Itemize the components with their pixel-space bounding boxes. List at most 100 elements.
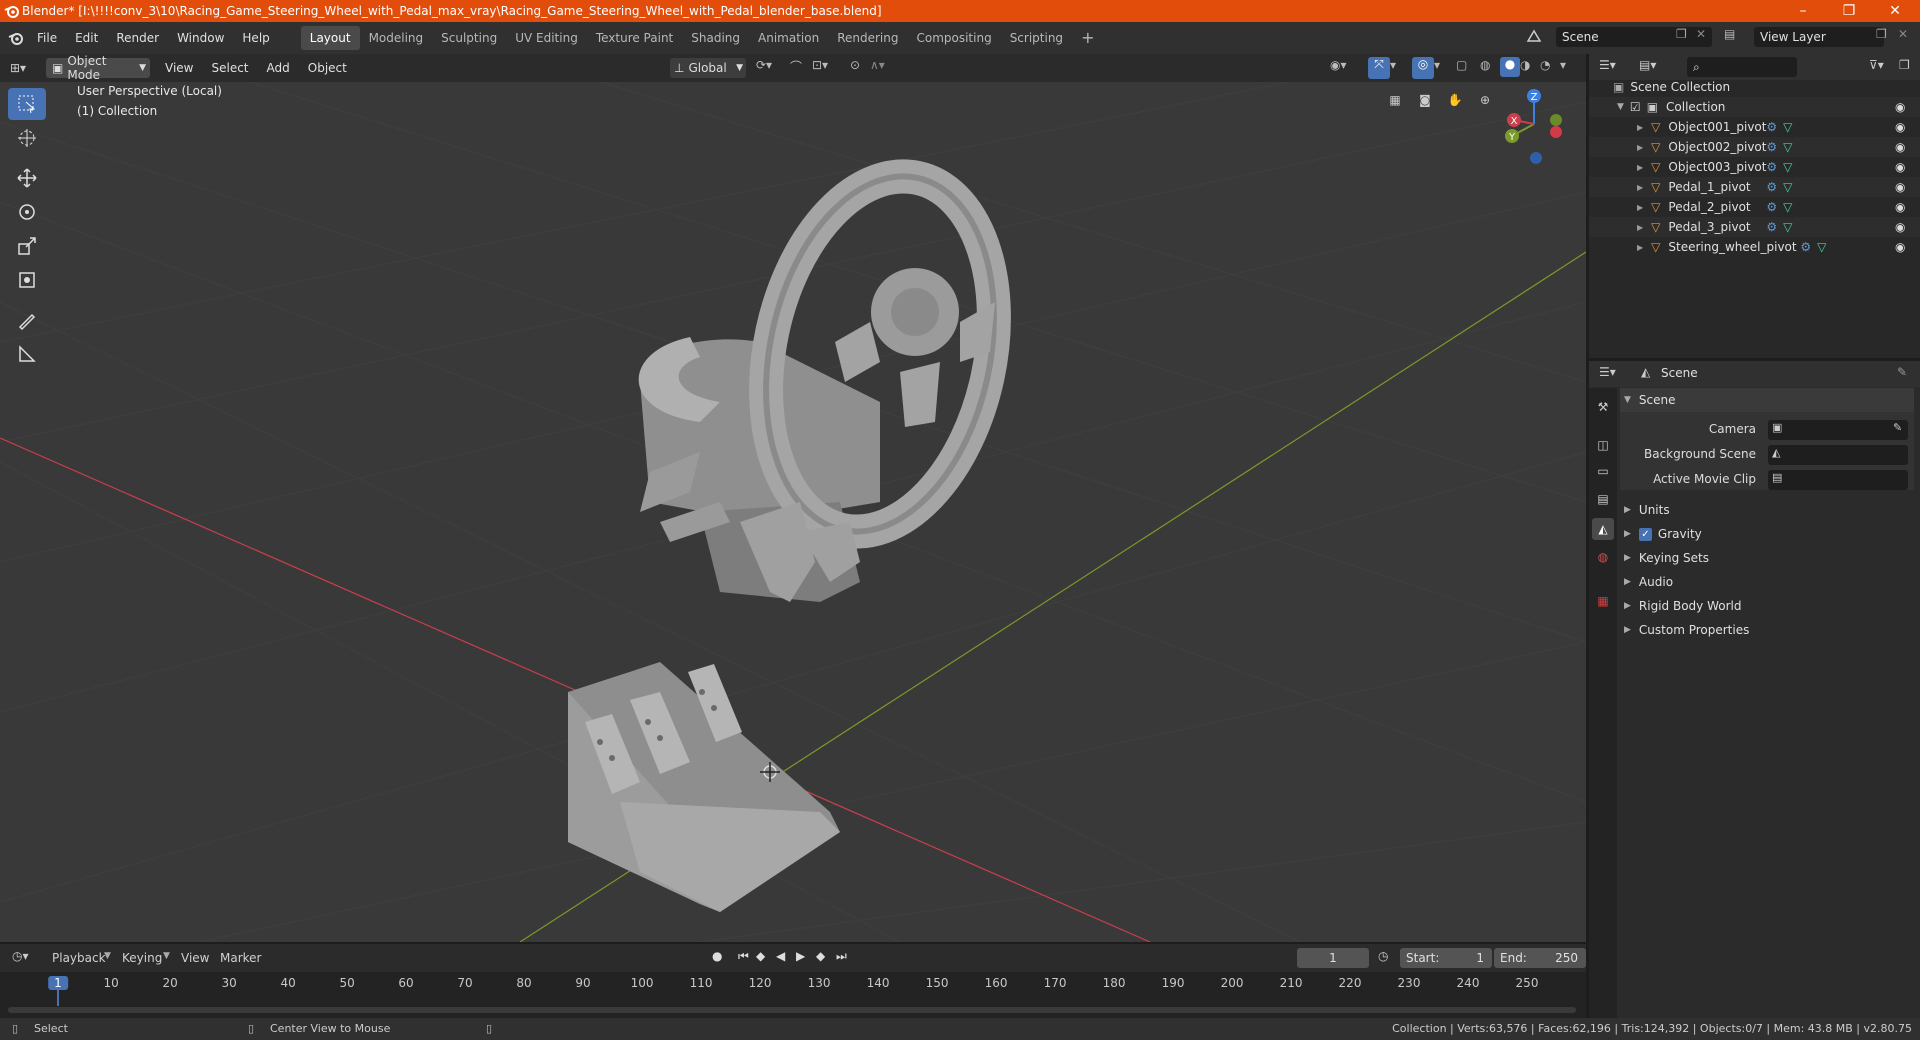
outliner-row-object[interactable]: ▶ ▽ Pedal_2_pivot ⚙ ▽ ◉ (1589, 197, 1920, 217)
preview-range-icon[interactable]: ◷ (1378, 949, 1388, 963)
jump-start-icon[interactable]: ⏮ (738, 949, 749, 964)
expand-chevron-icon[interactable]: ▶ (1637, 243, 1643, 252)
mesh-data-icon[interactable]: ▽ (1783, 200, 1792, 214)
gizmo-dropdown-icon[interactable]: ▾ (1390, 58, 1406, 78)
xray-icon[interactable]: ▢ (1456, 58, 1476, 78)
visibility-eye-icon[interactable]: ◉ (1895, 200, 1905, 214)
viewport-menu-view[interactable]: View (156, 56, 202, 80)
outliner-row-object[interactable]: ▶ ▽ Object001_pivot ⚙ ▽ ◉ (1589, 117, 1920, 137)
active-movie-clip-field[interactable] (1768, 470, 1908, 490)
gravity-checkbox[interactable]: ✓ (1638, 527, 1652, 541)
pivot-point-icon[interactable]: ⟳▾ (756, 58, 786, 78)
outliner-row-object[interactable]: ▶ ▽ Object003_pivot ⚙ ▽ ◉ (1589, 157, 1920, 177)
navigation-gizmo[interactable]: Z Y X (1494, 84, 1574, 164)
render-tab-icon[interactable]: ◫ (1592, 434, 1614, 456)
eyedropper-icon[interactable]: ✎ (1893, 421, 1902, 434)
mesh-data-icon[interactable]: ▽ (1783, 160, 1792, 174)
mesh-data-icon[interactable]: ▽ (1817, 240, 1826, 254)
outliner-row-object[interactable]: ▶ ▽ Steering_wheel_pivot ⚙ ▽ ◉ (1589, 237, 1920, 257)
expand-chevron-icon[interactable]: ▶ (1637, 223, 1643, 232)
modifier-wrench-icon[interactable]: ⚙ (1766, 140, 1777, 154)
tab-scripting[interactable]: Scripting (1001, 26, 1072, 50)
expand-chevron-icon[interactable]: ▶ (1637, 143, 1643, 152)
tab-rendering[interactable]: Rendering (828, 26, 907, 50)
expand-chevron-icon[interactable]: ▶ (1637, 123, 1643, 132)
visibility-eye-icon[interactable]: ◉ (1895, 160, 1905, 174)
minimize-button[interactable]: – (1780, 0, 1826, 22)
new-scene-icon[interactable]: ❐ (1676, 27, 1692, 47)
visibility-eye-icon[interactable]: ◉ (1895, 100, 1905, 114)
overlay-toggle-icon[interactable]: ◎ (1412, 57, 1434, 79)
camera-field[interactable] (1768, 420, 1908, 440)
tab-shading[interactable]: Shading (682, 26, 749, 50)
pan-hand-icon[interactable]: ✋ (1443, 88, 1467, 112)
new-collection-icon[interactable]: ❐ (1899, 58, 1910, 72)
maximize-button[interactable]: ❐ (1826, 0, 1872, 22)
pin-icon[interactable]: ✎ (1897, 365, 1907, 379)
filter-icon[interactable]: ⊽▾ (1869, 58, 1884, 72)
view-layer-icon[interactable]: ▤ (1724, 27, 1746, 47)
transform-tool-icon[interactable] (8, 264, 46, 296)
display-mode-icon[interactable]: ▤▾ (1639, 58, 1656, 72)
delete-scene-icon[interactable]: ✕ (1696, 27, 1712, 47)
annotate-tool-icon[interactable] (8, 304, 46, 336)
modifier-wrench-icon[interactable]: ⚙ (1766, 120, 1777, 134)
next-keyframe-icon[interactable]: ◆ (816, 949, 825, 963)
units-panel-header[interactable]: ▶ Units (1620, 498, 1914, 522)
timeline-menu-keying[interactable]: Keying (122, 951, 162, 965)
close-button[interactable]: ✕ (1872, 0, 1918, 22)
modifier-wrench-icon[interactable]: ⚙ (1766, 200, 1777, 214)
custom-properties-panel-header[interactable]: ▶ Custom Properties (1620, 618, 1914, 642)
blender-menu-icon[interactable] (8, 30, 24, 46)
snap-target-icon[interactable]: ⊡▾ (812, 58, 842, 78)
tab-texture-paint[interactable]: Texture Paint (587, 26, 682, 50)
play-icon[interactable]: ▶ (796, 949, 805, 963)
gravity-panel-header[interactable]: ▶ ✓ Gravity (1620, 522, 1914, 546)
timeline-editor-type-icon[interactable]: ◷▾ (12, 949, 29, 963)
output-tab-icon[interactable]: ▭ (1592, 460, 1614, 482)
exclude-checkbox-icon[interactable]: ☑ (1630, 100, 1641, 114)
gizmo-neg-y-icon[interactable] (1550, 114, 1562, 126)
delete-view-layer-icon[interactable]: ✕ (1898, 27, 1914, 47)
rendered-shading-icon[interactable]: ◔ (1540, 58, 1560, 78)
tab-animation[interactable]: Animation (749, 26, 828, 50)
3d-viewport[interactable]: User Perspective (Local) (1) Collection … (0, 82, 1586, 942)
visibility-eye-icon[interactable]: ◉ (1895, 180, 1905, 194)
scene-panel-header[interactable]: ▼ Scene (1620, 388, 1914, 412)
new-view-layer-icon[interactable]: ❐ (1876, 27, 1892, 47)
scale-tool-icon[interactable] (8, 230, 46, 262)
mode-dropdown[interactable]: ▣ Object Mode ▼ (46, 54, 150, 82)
outliner-row-collection[interactable]: ▼ ☑ ▣ Collection ◉ (1589, 97, 1920, 117)
scene-icon[interactable] (1524, 27, 1544, 47)
camera-view-icon[interactable]: ◙ (1413, 88, 1437, 112)
timeline-menu-playback[interactable]: Playback (52, 951, 106, 965)
select-box-tool-icon[interactable] (8, 88, 46, 120)
jump-end-icon[interactable]: ⏭ (836, 949, 847, 964)
selectability-icon[interactable]: ◉▾ (1330, 58, 1360, 78)
visibility-eye-icon[interactable]: ◉ (1895, 140, 1905, 154)
visibility-eye-icon[interactable]: ◉ (1895, 220, 1905, 234)
tab-sculpting[interactable]: Sculpting (432, 26, 506, 50)
start-frame-field[interactable]: Start: 1 (1400, 948, 1492, 968)
timeline-menu-view[interactable]: View (181, 951, 209, 965)
mesh-data-icon[interactable]: ▽ (1783, 140, 1792, 154)
move-tool-icon[interactable] (8, 162, 46, 194)
add-workspace-button[interactable]: + (1072, 26, 1103, 50)
proportional-edit-icon[interactable]: ⊙ (850, 58, 870, 78)
tab-modeling[interactable]: Modeling (360, 26, 433, 50)
visibility-eye-icon[interactable]: ◉ (1895, 120, 1905, 134)
audio-panel-header[interactable]: ▶ Audio (1620, 570, 1914, 594)
gizmo-toggle-icon[interactable]: ⤧ (1368, 57, 1390, 79)
outliner-row-scene-collection[interactable]: ▣ Scene Collection (1589, 77, 1920, 97)
menu-file[interactable]: File (28, 26, 66, 50)
tab-layout[interactable]: Layout (300, 26, 360, 50)
gizmo-neg-z-icon[interactable] (1530, 152, 1542, 164)
rigid-body-world-panel-header[interactable]: ▶ Rigid Body World (1620, 594, 1914, 618)
cursor-tool-icon[interactable] (8, 122, 46, 154)
material-shading-icon[interactable]: ◑ (1520, 58, 1540, 78)
gizmo-neg-x-icon[interactable] (1550, 126, 1562, 138)
modifier-wrench-icon[interactable]: ⚙ (1766, 220, 1777, 234)
measure-tool-icon[interactable] (8, 338, 46, 370)
tab-compositing[interactable]: Compositing (907, 26, 1000, 50)
shading-dropdown-icon[interactable]: ▾ (1560, 58, 1576, 78)
